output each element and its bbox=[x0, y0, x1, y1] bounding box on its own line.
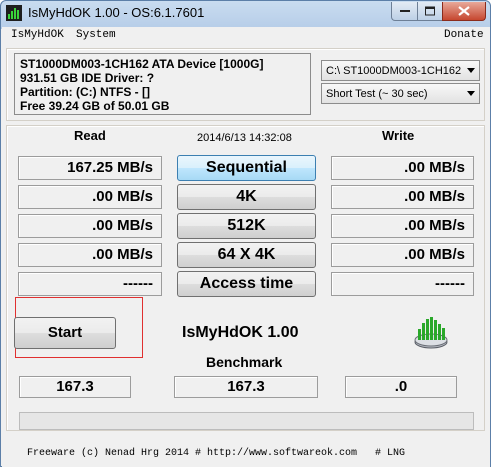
datetime-label: 2014/6/13 14:32:08 bbox=[197, 132, 292, 144]
4k-button[interactable]: 4K bbox=[177, 184, 316, 210]
read-64x4k: .00 MB/s bbox=[18, 243, 162, 267]
write-64x4k: .00 MB/s bbox=[331, 243, 474, 267]
test-mode-value: Short Test (~ 30 sec) bbox=[326, 88, 428, 100]
drive-select-value: C:\ ST1000DM003-1CH162 bbox=[326, 65, 462, 77]
64x4k-button[interactable]: 64 X 4K bbox=[177, 242, 316, 268]
hdd-logo-icon bbox=[414, 317, 448, 349]
write-512k: .00 MB/s bbox=[331, 214, 474, 238]
app-icon bbox=[6, 5, 22, 21]
close-button[interactable] bbox=[442, 2, 486, 21]
chevron-down-icon bbox=[467, 68, 475, 73]
read-header: Read bbox=[74, 128, 106, 143]
menu-bar: IsMyHdOK System Donate bbox=[2, 27, 490, 45]
512k-button[interactable]: 512K bbox=[177, 213, 316, 239]
menu-system[interactable]: System bbox=[76, 29, 116, 41]
sequential-button[interactable]: Sequential bbox=[177, 155, 316, 181]
maximize-icon bbox=[425, 6, 435, 16]
benchmark-write: .0 bbox=[345, 376, 457, 398]
benchmark-total: 167.3 bbox=[174, 376, 318, 398]
start-button[interactable]: Start bbox=[14, 317, 116, 349]
write-access-time: ------ bbox=[331, 272, 474, 296]
maximize-button[interactable] bbox=[417, 2, 443, 21]
test-mode-select[interactable]: Short Test (~ 30 sec) bbox=[321, 83, 480, 104]
title-bar[interactable]: IsMyHdOK 1.00 - OS:6.1.7601 bbox=[1, 1, 490, 27]
read-4k: .00 MB/s bbox=[18, 185, 162, 209]
menu-ismyhdok[interactable]: IsMyHdOK bbox=[11, 29, 64, 41]
chevron-down-icon bbox=[467, 91, 475, 96]
menu-donate[interactable]: Donate bbox=[444, 29, 484, 41]
minimize-icon bbox=[399, 10, 410, 12]
progress-bar bbox=[19, 412, 474, 430]
benchmark-label: Benchmark bbox=[206, 354, 283, 370]
drive-free: Free 39.24 GB of 50.01 GB bbox=[20, 99, 170, 113]
read-access-time: ------ bbox=[18, 272, 162, 296]
minimize-button[interactable] bbox=[391, 2, 418, 21]
read-512k: .00 MB/s bbox=[18, 214, 162, 238]
drive-info-box: ST1000DM003-1CH162 ATA Device [1000G] 93… bbox=[14, 53, 311, 115]
app-window: IsMyHdOK 1.00 - OS:6.1.7601 IsMyHdOK Sys… bbox=[0, 0, 491, 467]
window-title: IsMyHdOK 1.00 - OS:6.1.7601 bbox=[28, 5, 205, 20]
drive-partition: Partition: (C:) NTFS - [] bbox=[20, 85, 150, 99]
write-sequential: .00 MB/s bbox=[331, 156, 474, 180]
footer-text[interactable]: Freeware (c) Nenad Hrg 2014 # http://www… bbox=[27, 448, 405, 459]
write-4k: .00 MB/s bbox=[331, 185, 474, 209]
read-sequential: 167.25 MB/s bbox=[18, 156, 162, 180]
drive-model: ST1000DM003-1CH162 ATA Device [1000G] bbox=[20, 57, 264, 71]
close-icon bbox=[458, 6, 470, 16]
drive-size: 931.51 GB IDE Driver: ? bbox=[20, 71, 155, 85]
access-time-button[interactable]: Access time bbox=[177, 271, 316, 297]
app-name-label: IsMyHdOK 1.00 bbox=[182, 324, 299, 341]
write-header: Write bbox=[382, 128, 415, 143]
drive-select[interactable]: C:\ ST1000DM003-1CH162 bbox=[321, 60, 480, 81]
benchmark-read: 167.3 bbox=[19, 376, 131, 398]
